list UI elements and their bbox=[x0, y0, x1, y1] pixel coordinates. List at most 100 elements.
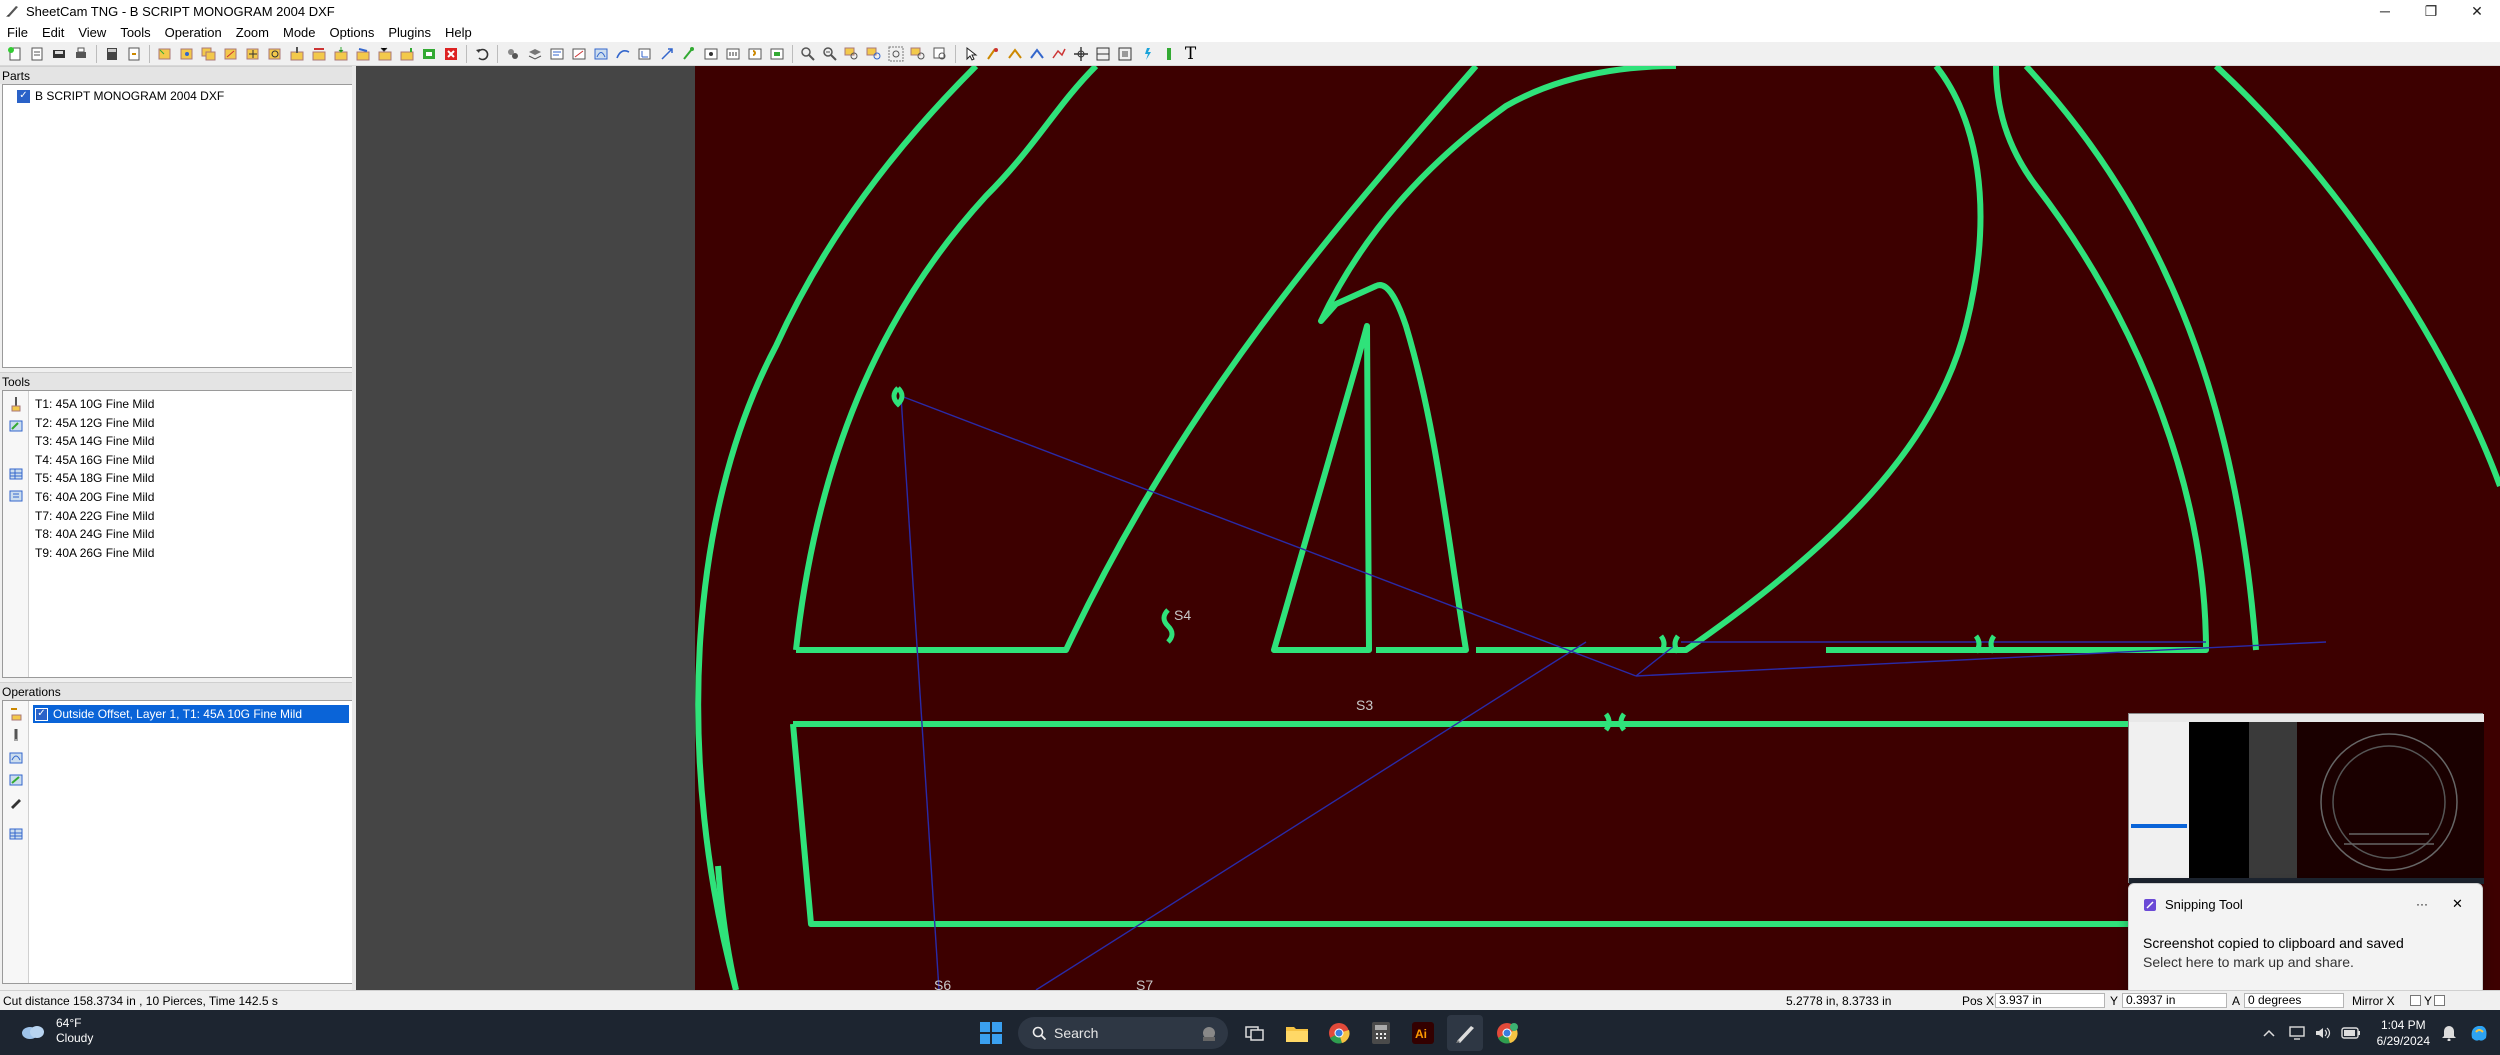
operation-tool-icon[interactable] bbox=[7, 727, 25, 745]
zoom-previous-icon[interactable] bbox=[929, 44, 950, 64]
file-explorer-icon[interactable] bbox=[1279, 1015, 1315, 1051]
menu-plugins[interactable]: Plugins bbox=[381, 25, 438, 40]
task-view-icon[interactable] bbox=[1237, 1015, 1273, 1051]
zoom-window-icon[interactable] bbox=[841, 44, 862, 64]
undo-icon[interactable] bbox=[471, 44, 492, 64]
show-rapids-icon[interactable] bbox=[568, 44, 589, 64]
cut-order-tool-icon[interactable] bbox=[1048, 44, 1069, 64]
tray-chevron-up-icon[interactable] bbox=[2263, 1029, 2275, 1037]
operation-edit-icon[interactable] bbox=[7, 771, 25, 789]
save-icon[interactable] bbox=[48, 44, 69, 64]
print-icon[interactable] bbox=[70, 44, 91, 64]
move-part-icon[interactable] bbox=[242, 44, 263, 64]
tool-table-icon[interactable] bbox=[7, 465, 25, 483]
new-job-icon[interactable] bbox=[4, 44, 25, 64]
calculator-icon[interactable] bbox=[101, 44, 122, 64]
select-pointer-icon[interactable] bbox=[960, 44, 981, 64]
mirror-x-checkbox[interactable] bbox=[2410, 995, 2421, 1006]
stop-operation-icon[interactable] bbox=[418, 44, 439, 64]
show-paths-icon[interactable] bbox=[546, 44, 567, 64]
show-machine-icon[interactable] bbox=[766, 44, 787, 64]
tool-item[interactable]: T6: 40A 20G Fine Mild bbox=[35, 488, 352, 507]
taskbar-clock[interactable]: 1:04 PM 6/29/2024 bbox=[2377, 1017, 2430, 1049]
volume-icon[interactable] bbox=[2315, 1026, 2331, 1040]
show-sequence-icon[interactable] bbox=[744, 44, 765, 64]
post-process-icon[interactable] bbox=[123, 44, 144, 64]
draw-shape-icon[interactable] bbox=[1114, 44, 1135, 64]
show-tools-icon[interactable] bbox=[502, 44, 523, 64]
zoom-out-icon[interactable] bbox=[819, 44, 840, 64]
zoom-part-icon[interactable] bbox=[907, 44, 928, 64]
nest-part-icon[interactable] bbox=[220, 44, 241, 64]
duplicate-part-icon[interactable] bbox=[198, 44, 219, 64]
drill-operation-icon[interactable] bbox=[286, 44, 307, 64]
green-marker-icon[interactable] bbox=[1158, 44, 1179, 64]
measure-icon[interactable] bbox=[1092, 44, 1113, 64]
tool-item[interactable]: T1: 45A 10G Fine Mild bbox=[35, 395, 352, 414]
menu-options[interactable]: Options bbox=[323, 25, 382, 40]
windows-start-icon[interactable] bbox=[973, 1015, 1009, 1051]
edit-tool-icon[interactable] bbox=[7, 417, 25, 435]
illustrator-icon[interactable]: Ai bbox=[1405, 1015, 1441, 1051]
contour-operation-icon[interactable] bbox=[308, 44, 329, 64]
pocket-operation-icon[interactable] bbox=[330, 44, 351, 64]
menu-help[interactable]: Help bbox=[438, 25, 479, 40]
menu-tools[interactable]: Tools bbox=[113, 25, 157, 40]
tab-operation-icon[interactable] bbox=[396, 44, 417, 64]
plasma-torch-icon[interactable] bbox=[1136, 44, 1157, 64]
battery-icon[interactable] bbox=[2340, 1026, 2361, 1039]
add-tab-icon[interactable] bbox=[1004, 44, 1025, 64]
set-start-point-icon[interactable] bbox=[982, 44, 1003, 64]
weather-widget[interactable]: 64°F Cloudy bbox=[20, 1016, 93, 1046]
taskbar-search-box[interactable]: Search bbox=[1018, 1016, 1228, 1049]
operation-checkbox[interactable]: ✓ bbox=[35, 707, 48, 721]
tool-settings-icon[interactable] bbox=[7, 487, 25, 505]
show-direction-icon[interactable] bbox=[656, 44, 677, 64]
calculator-app-icon[interactable] bbox=[1363, 1015, 1399, 1051]
menu-operation[interactable]: Operation bbox=[158, 25, 229, 40]
network-icon[interactable] bbox=[2288, 1025, 2305, 1040]
angle-field[interactable]: 0 degrees bbox=[2244, 993, 2344, 1008]
operation-pen-icon[interactable] bbox=[7, 793, 25, 811]
chrome-profile-icon[interactable] bbox=[1489, 1015, 1525, 1051]
tool-item[interactable]: T5: 45A 18G Fine Mild bbox=[35, 469, 352, 488]
new-operation-icon[interactable] bbox=[7, 705, 25, 723]
pos-y-field[interactable]: 0.3937 in bbox=[2122, 993, 2227, 1008]
show-start-points-icon[interactable] bbox=[678, 44, 699, 64]
show-tabs-icon[interactable] bbox=[700, 44, 721, 64]
maximize-button[interactable]: ❐ bbox=[2408, 0, 2454, 22]
notification-bell-icon[interactable] bbox=[2442, 1025, 2456, 1041]
mirror-y-checkbox[interactable] bbox=[2434, 995, 2445, 1006]
zoom-fit-icon[interactable] bbox=[863, 44, 884, 64]
operation-item[interactable]: ✓ Outside Offset, Layer 1, T1: 45A 10G F… bbox=[33, 705, 349, 723]
zoom-in-icon[interactable] bbox=[797, 44, 818, 64]
text-tool-icon[interactable]: T bbox=[1180, 44, 1201, 64]
menu-view[interactable]: View bbox=[71, 25, 113, 40]
copilot-icon[interactable] bbox=[2468, 1022, 2490, 1044]
show-leadins-icon[interactable] bbox=[612, 44, 633, 64]
part-item[interactable]: ✓ B SCRIPT MONOGRAM 2004 DXF bbox=[3, 85, 352, 103]
pos-x-field[interactable]: 3.937 in bbox=[1995, 993, 2105, 1008]
toast-close-button[interactable]: ✕ bbox=[2452, 896, 2463, 912]
operation-contour-icon[interactable] bbox=[7, 749, 25, 767]
close-button[interactable]: ✕ bbox=[2454, 0, 2500, 22]
menu-zoom[interactable]: Zoom bbox=[229, 25, 276, 40]
part-checkbox[interactable]: ✓ bbox=[17, 89, 30, 103]
snipping-tool-notification[interactable]: Snipping Tool ··· ✕ Screenshot copied to… bbox=[2128, 883, 2483, 995]
tool-item[interactable]: T8: 40A 24G Fine Mild bbox=[35, 525, 352, 544]
menu-mode[interactable]: Mode bbox=[276, 25, 323, 40]
set-origin-icon[interactable] bbox=[1070, 44, 1091, 64]
tool-item[interactable]: T9: 40A 26G Fine Mild bbox=[35, 544, 352, 563]
zoom-all-icon[interactable] bbox=[885, 44, 906, 64]
engrave-operation-icon[interactable] bbox=[352, 44, 373, 64]
part-options-icon[interactable] bbox=[176, 44, 197, 64]
rotate-part-icon[interactable] bbox=[264, 44, 285, 64]
chrome-icon[interactable] bbox=[1321, 1015, 1357, 1051]
tool-item[interactable]: T7: 40A 22G Fine Mild bbox=[35, 507, 352, 526]
operation-table-icon[interactable] bbox=[7, 825, 25, 843]
sheetcam-taskbar-icon[interactable] bbox=[1447, 1014, 1483, 1051]
menu-file[interactable]: File bbox=[0, 25, 35, 40]
show-cut-order-icon[interactable] bbox=[722, 44, 743, 64]
hole-operation-icon[interactable] bbox=[374, 44, 395, 64]
layers-icon[interactable] bbox=[524, 44, 545, 64]
